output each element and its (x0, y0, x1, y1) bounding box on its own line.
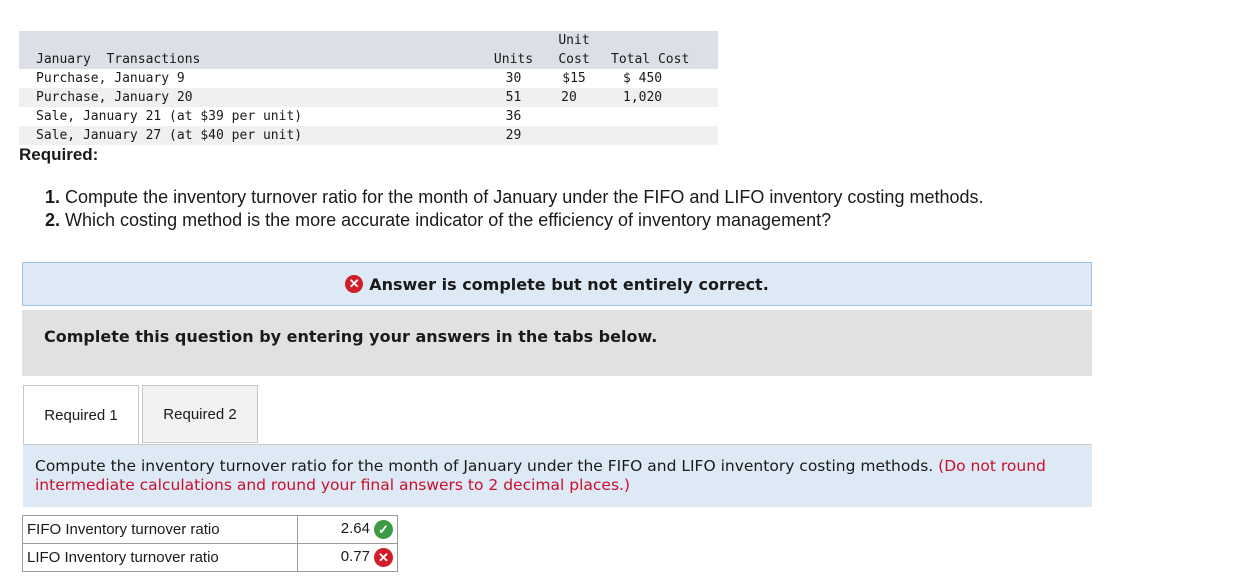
question-number: 1. (45, 187, 61, 207)
table-row: Sale, January 27 (at $40 per unit) 29 (19, 126, 718, 145)
answer-label: FIFO Inventory turnover ratio (22, 515, 298, 544)
answer-row-fifo: FIFO Inventory turnover ratio 2.64 ✓ (22, 515, 398, 544)
row-total: 1,020 (623, 90, 663, 105)
table-row: Purchase, January 20 51 20 1,020 (19, 88, 718, 107)
answer-table: FIFO Inventory turnover ratio 2.64 ✓ LIFO… (22, 515, 398, 572)
check-circle-icon: ✓ (374, 520, 393, 539)
prompt-text: Compute the inventory turnover ratio for… (35, 457, 1075, 495)
row-label: Purchase, January 9 (36, 71, 185, 86)
tab-required-2[interactable]: Required 2 (142, 385, 258, 443)
answer-input-lifo[interactable]: 0.77 (341, 548, 370, 565)
question-number: 2. (45, 210, 61, 230)
required-heading: Required: (19, 145, 99, 164)
row-label: Sale, January 27 (at $40 per unit) (36, 128, 303, 143)
tab-required-1[interactable]: Required 1 (23, 385, 139, 445)
table-row: Purchase, January 9 30 $15 $ 450 (19, 69, 718, 88)
prompt-box: Compute the inventory turnover ratio for… (23, 445, 1092, 507)
table-row: Sale, January 21 (at $39 per unit) 36 (19, 107, 718, 126)
row-label: Purchase, January 20 (36, 90, 193, 105)
header-label: January Transactions (36, 52, 201, 67)
table-header-row: January Transactions Units Cost Total Co… (19, 50, 718, 69)
row-cost: $15 (562, 71, 586, 86)
question-item: 1. Compute the inventory turnover ratio … (45, 186, 984, 209)
row-units: 36 (505, 109, 522, 124)
header-units: Units (493, 52, 534, 67)
table-header-row-top: Unit (19, 31, 718, 50)
row-units: 51 (505, 90, 522, 105)
instruction-text: Complete this question by entering your … (44, 327, 658, 346)
question-text: Which costing method is the more accurat… (65, 210, 832, 230)
answer-input-fifo[interactable]: 2.64 (341, 520, 370, 537)
x-circle-icon: ✕ (374, 548, 393, 567)
prompt-main: Compute the inventory turnover ratio for… (35, 457, 934, 475)
transactions-table: Unit January Transactions Units Cost Tot… (19, 31, 718, 145)
question-text: Compute the inventory turnover ratio for… (65, 187, 984, 207)
x-circle-icon: ✕ (345, 275, 364, 293)
answer-label: LIFO Inventory turnover ratio (22, 543, 298, 572)
header-total: Total Cost (611, 52, 690, 67)
row-label: Sale, January 21 (at $39 per unit) (36, 109, 303, 124)
instruction-box: Complete this question by entering your … (22, 310, 1092, 376)
row-cost: 20 (561, 90, 577, 105)
answer-cell[interactable]: 2.64 ✓ (297, 515, 398, 544)
answer-row-lifo: LIFO Inventory turnover ratio 0.77 ✕ (22, 543, 398, 572)
row-units: 30 (505, 71, 522, 86)
header-cost: Cost (558, 52, 590, 67)
header-unit-top: Unit (558, 33, 590, 48)
status-banner: ✕ Answer is complete but not entirely co… (22, 262, 1092, 306)
question-item: 2. Which costing method is the more accu… (45, 209, 984, 232)
status-text: Answer is complete but not entirely corr… (369, 274, 769, 294)
answer-cell[interactable]: 0.77 ✕ (297, 543, 398, 572)
questions-list: 1. Compute the inventory turnover ratio … (45, 186, 984, 232)
row-units: 29 (505, 128, 522, 143)
row-total: $ 450 (623, 71, 663, 86)
